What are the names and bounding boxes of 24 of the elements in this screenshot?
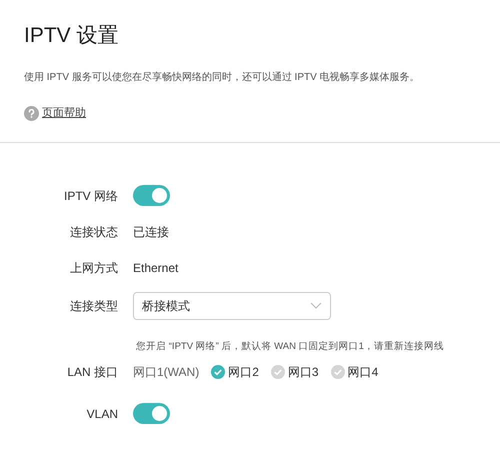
port-label: 网口1(WAN) bbox=[133, 364, 200, 381]
field-label: 连接状态 bbox=[69, 224, 119, 240]
field-label: 上网方式 bbox=[69, 260, 119, 276]
field-label: VLAN bbox=[86, 406, 119, 423]
check-circle-icon bbox=[330, 364, 345, 379]
port-checkbox[interactable]: 网口3 bbox=[270, 362, 319, 381]
check-circle-icon bbox=[270, 364, 285, 379]
note-text: 您开启 “IPTV 网络” 后，默认将 WAN 口固定到网口1，请重新连接网线 bbox=[135, 340, 445, 354]
toggle-switch[interactable] bbox=[133, 185, 170, 206]
field-label: 连接类型 bbox=[69, 298, 119, 314]
field-label: IPTV 网络 bbox=[62, 188, 119, 204]
chevron-down-icon bbox=[310, 302, 322, 309]
field-label: LAN 接口 bbox=[66, 364, 119, 381]
page-title: IPTV 设置 bbox=[24, 23, 120, 49]
description: 使用 IPTV 服务可以使您在尽享畅快网络的同时，还可以通过 IPTV 电视畅享多媒体服务。 bbox=[24, 70, 421, 85]
port-checkbox[interactable]: 网口2 bbox=[211, 362, 259, 381]
toggle-switch[interactable] bbox=[133, 403, 170, 424]
help-link[interactable]: 页面帮助 bbox=[42, 105, 86, 122]
port-checkbox[interactable]: 网口4 bbox=[330, 362, 378, 381]
help-icon bbox=[24, 106, 39, 121]
type-dropdown[interactable]: 桥接模式 bbox=[133, 292, 331, 320]
check-circle-icon bbox=[211, 364, 226, 379]
status-value: 已连接 bbox=[133, 224, 169, 240]
mode-value: Ethernet bbox=[133, 260, 178, 276]
